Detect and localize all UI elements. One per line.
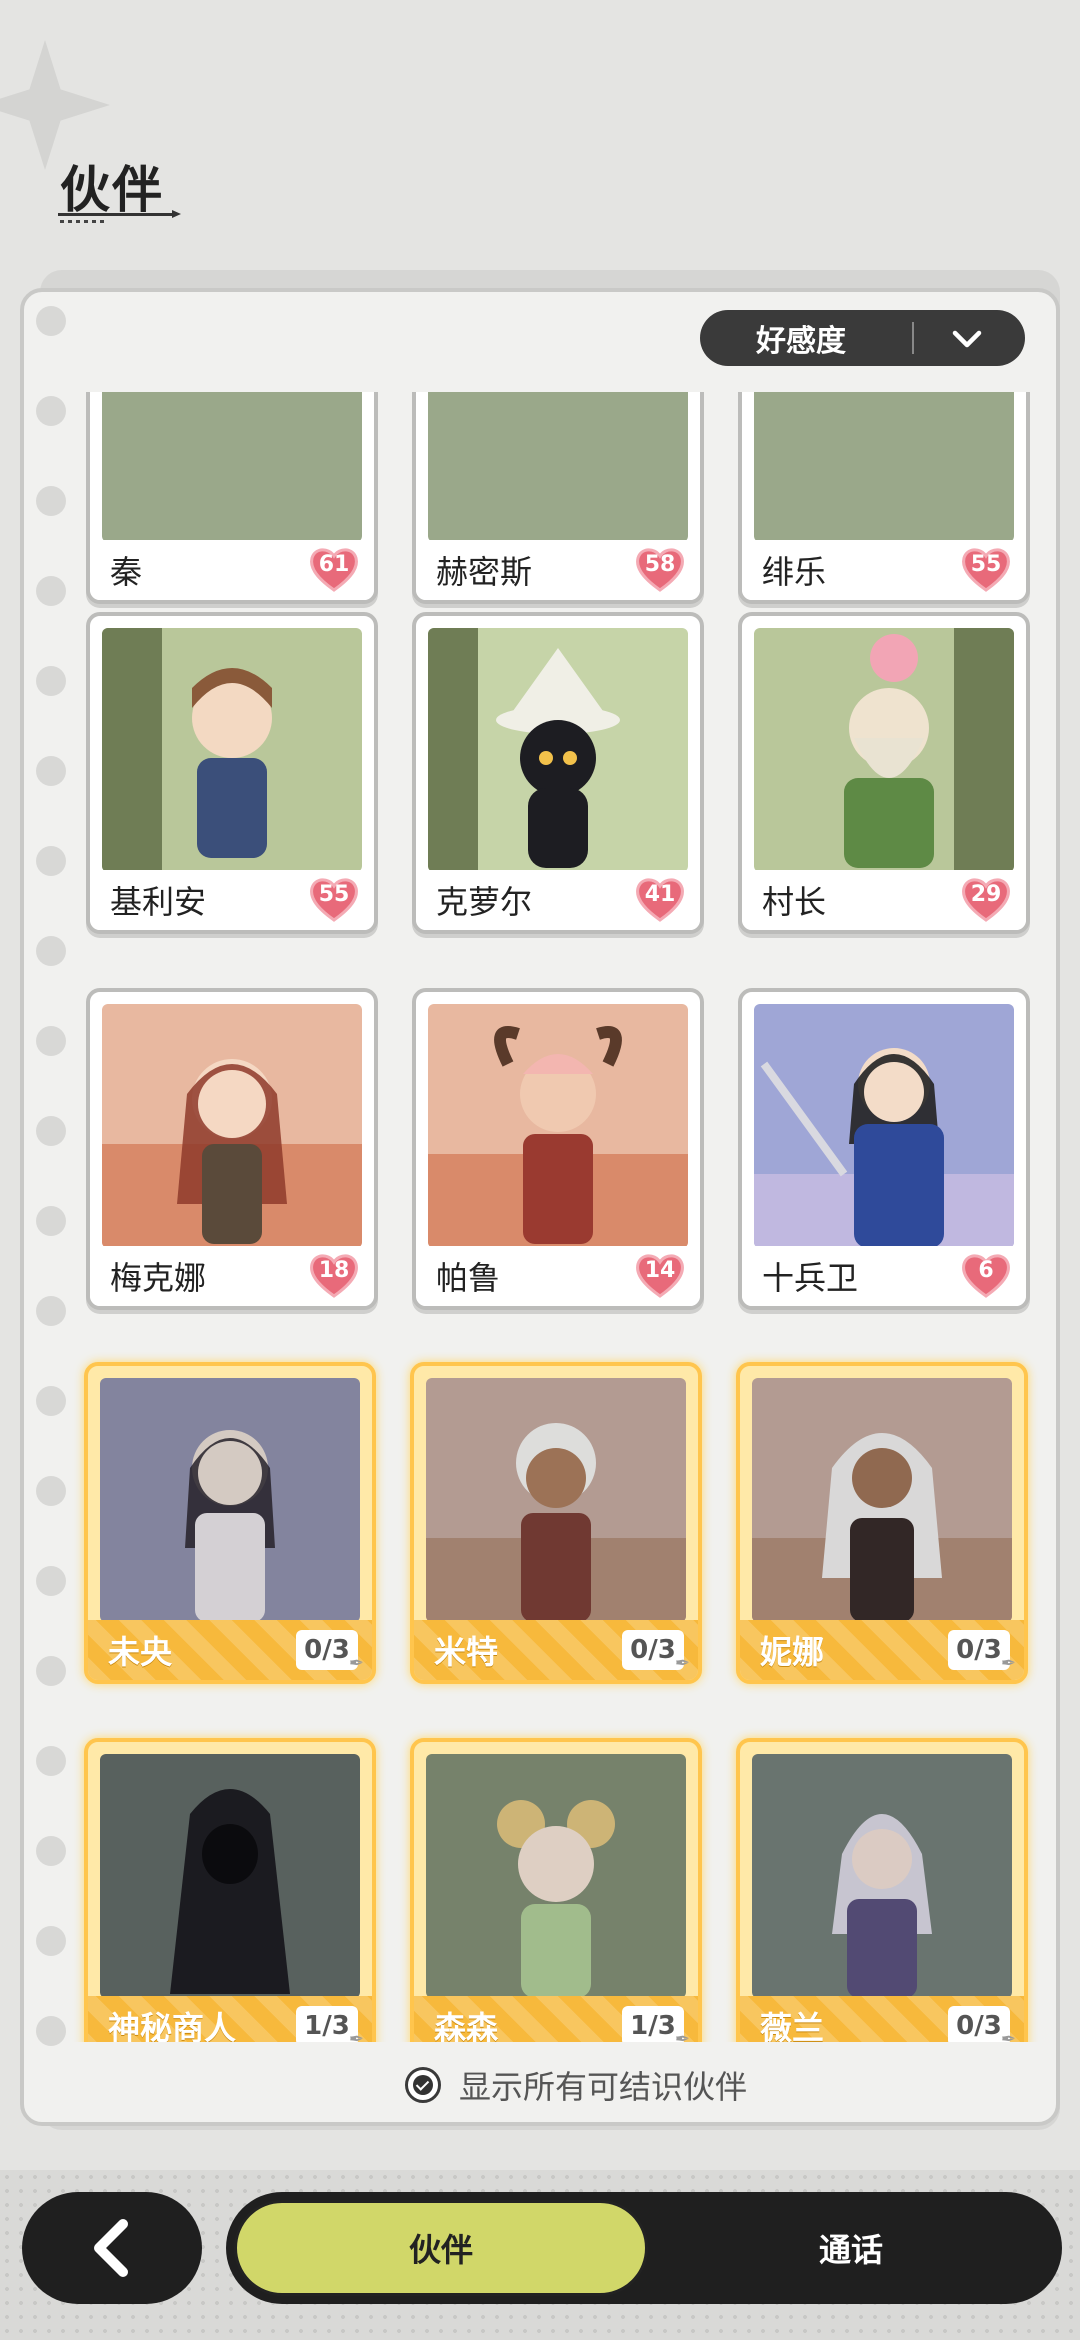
affinity-badge: 55	[308, 876, 360, 922]
partner-name: 十兵卫	[762, 1259, 859, 1297]
partner-name: 秦	[110, 553, 143, 591]
affinity-badge: 6	[960, 1252, 1012, 1298]
affinity-value: 41	[644, 882, 676, 907]
partner-name: 赫密斯	[436, 553, 533, 591]
partner-name: 基利安	[110, 883, 207, 921]
title-dots	[60, 220, 108, 223]
unlockable-partner-card[interactable]: 米特 0/3 ✒	[410, 1362, 702, 1684]
partner-portrait	[102, 628, 362, 872]
sort-dropdown[interactable]: 好感度	[700, 310, 1025, 366]
partner-card[interactable]: 基利安 55	[86, 612, 378, 934]
partner-portrait	[426, 1378, 686, 1622]
partner-portrait	[102, 1004, 362, 1248]
partner-grid[interactable]: 秦 61 赫密斯 58 绯乐 55 基利安 55 克萝尔 41 村长 29 梅克…	[70, 392, 1050, 2042]
tab-bar: 伙伴 通话	[226, 2192, 1062, 2304]
affinity-value: 14	[644, 1258, 676, 1283]
partner-name: 帕鲁	[436, 1259, 501, 1297]
partner-card[interactable]: 克萝尔 41	[412, 612, 704, 934]
affinity-badge: 61	[308, 546, 360, 592]
partner-name: 森森	[434, 2009, 499, 2042]
page-title: 伙伴	[60, 161, 164, 219]
partner-name: 克萝尔	[436, 883, 533, 921]
partner-card[interactable]: 绯乐 55	[738, 392, 1030, 604]
partner-portrait	[428, 1004, 688, 1248]
quill-icon: ✒	[348, 2029, 364, 2042]
partner-portrait	[752, 1378, 1012, 1622]
partner-portrait	[428, 392, 688, 542]
affinity-value: 58	[644, 552, 676, 577]
partner-card[interactable]: 秦 61	[86, 392, 378, 604]
partner-card[interactable]: 村长 29	[738, 612, 1030, 934]
unlock-progress: 0/3 ✒	[948, 2006, 1016, 2042]
title-underline	[58, 210, 181, 218]
back-button[interactable]	[22, 2192, 202, 2304]
partner-portrait	[754, 1004, 1014, 1248]
tab-call[interactable]: 通话	[648, 2200, 1054, 2296]
unlock-progress: 1/3 ✒	[622, 2006, 690, 2042]
unlock-progress: 0/3 ✒	[296, 1630, 364, 1674]
partner-portrait	[752, 1754, 1012, 1998]
partner-card[interactable]: 梅克娜 18	[86, 988, 378, 1310]
affinity-badge: 14	[634, 1252, 686, 1298]
unlock-progress: 0/3 ✒	[622, 1630, 690, 1674]
unlockable-partner-card[interactable]: 薇兰 0/3 ✒	[736, 1738, 1028, 2042]
partner-name: 未央	[108, 1633, 173, 1671]
affinity-value: 6	[978, 1258, 994, 1283]
partner-portrait	[754, 392, 1014, 542]
partner-name: 妮娜	[760, 1633, 825, 1671]
affinity-value: 61	[318, 552, 350, 577]
unlock-progress: 1/3 ✒	[296, 2006, 364, 2042]
partner-name: 神秘商人	[108, 2009, 237, 2042]
partner-portrait	[428, 628, 688, 872]
partner-name: 绯乐	[762, 553, 827, 591]
affinity-badge: 55	[960, 546, 1012, 592]
sort-label: 好感度	[756, 324, 846, 359]
partner-name: 薇兰	[760, 2009, 825, 2042]
affinity-value: 18	[318, 1258, 350, 1283]
unlockable-partner-card[interactable]: 神秘商人 1/3 ✒	[84, 1738, 376, 2042]
partner-portrait	[102, 392, 362, 542]
partner-portrait	[100, 1754, 360, 1998]
affinity-badge: 58	[634, 546, 686, 592]
unlockable-partner-card[interactable]: 妮娜 0/3 ✒	[736, 1362, 1028, 1684]
partner-name: 村长	[762, 883, 827, 921]
quill-icon: ✒	[674, 2029, 690, 2042]
affinity-badge: 29	[960, 876, 1012, 922]
back-arrow-icon	[94, 2219, 128, 2277]
partner-card[interactable]: 帕鲁 14	[412, 988, 704, 1310]
quill-icon: ✒	[674, 1653, 690, 1674]
tab-partner[interactable]: 伙伴	[234, 2200, 648, 2296]
affinity-value: 29	[970, 882, 1002, 907]
partner-card[interactable]: 赫密斯 58	[412, 392, 704, 604]
affinity-value: 55	[318, 882, 350, 907]
show-all-label: 显示所有可结识伙伴	[459, 2068, 748, 2106]
partner-portrait	[426, 1754, 686, 1998]
affinity-badge: 18	[308, 1252, 360, 1298]
partner-portrait	[754, 628, 1014, 872]
partner-name: 米特	[434, 1633, 499, 1671]
show-all-toggle[interactable]: 显示所有可结识伙伴	[405, 2063, 747, 2107]
quill-icon: ✒	[1000, 1653, 1016, 1674]
quill-icon: ✒	[1000, 2029, 1016, 2042]
partner-name: 梅克娜	[110, 1259, 207, 1297]
affinity-value: 55	[970, 552, 1002, 577]
chevron-down-icon	[952, 330, 982, 348]
partner-card[interactable]: 十兵卫 6	[738, 988, 1030, 1310]
quill-icon: ✒	[348, 1653, 364, 1674]
unlock-progress: 0/3 ✒	[948, 1630, 1016, 1674]
sort-separator	[912, 322, 914, 354]
unlockable-partner-card[interactable]: 未央 0/3 ✒	[84, 1362, 376, 1684]
check-circle-icon[interactable]	[405, 2067, 441, 2103]
partner-portrait	[100, 1378, 360, 1622]
affinity-badge: 41	[634, 876, 686, 922]
unlockable-partner-card[interactable]: 森森 1/3 ✒	[410, 1738, 702, 2042]
